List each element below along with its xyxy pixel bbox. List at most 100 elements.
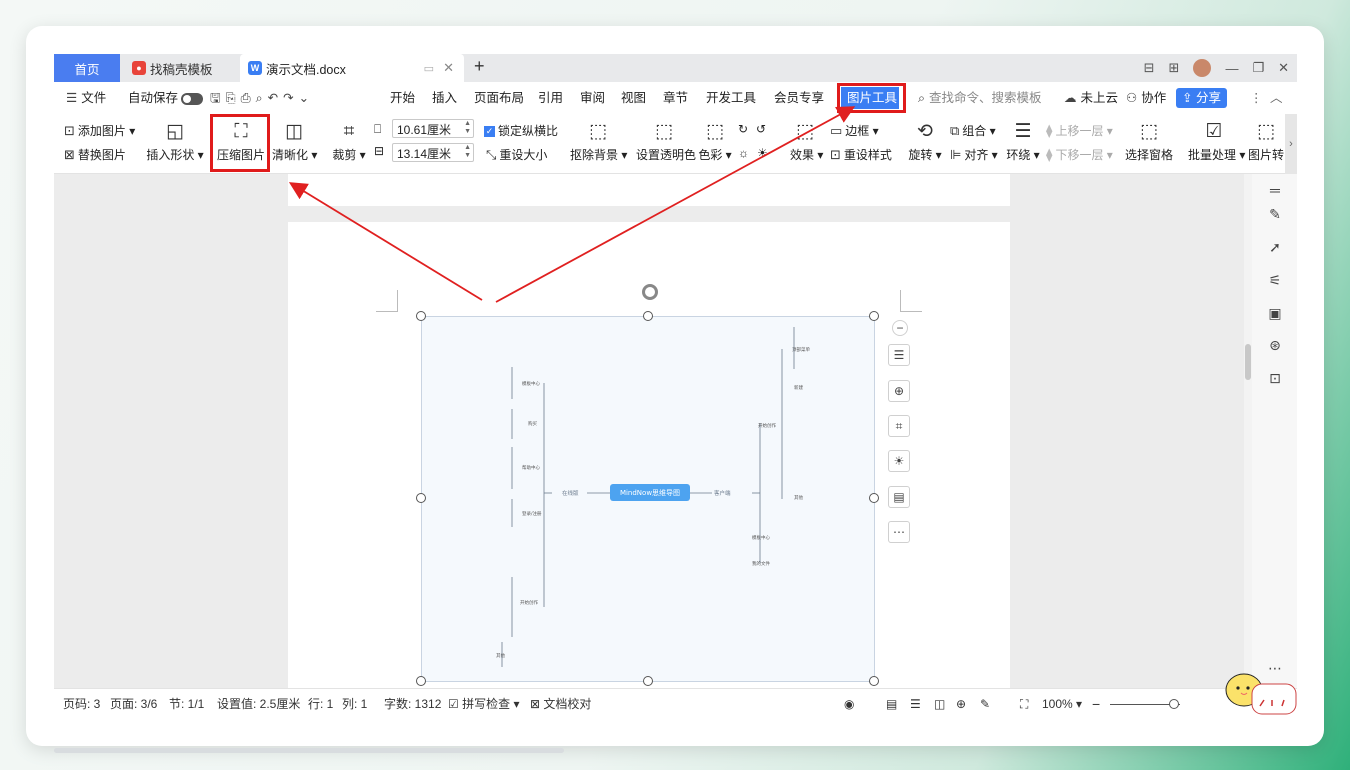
ribbon-scroll-right-icon[interactable]: › bbox=[1285, 114, 1297, 174]
close-icon[interactable]: ✕ bbox=[443, 60, 454, 76]
pin-icon[interactable]: ▭ bbox=[424, 62, 434, 75]
status-word-count[interactable]: 字数: 1312 bbox=[384, 689, 441, 718]
spinner-icon[interactable]: ▲ ▼ bbox=[464, 144, 471, 160]
grid-icon[interactable]: ⊞ bbox=[1169, 60, 1180, 76]
brightness-icons[interactable]: ☼☀ bbox=[738, 146, 776, 160]
page-view-icon[interactable]: ▤ bbox=[886, 689, 897, 718]
replace-picture-button[interactable]: ⊠ 替换图片 bbox=[64, 146, 126, 163]
minimize-icon[interactable]: — bbox=[1225, 61, 1238, 76]
horizontal-scrollbar[interactable] bbox=[54, 748, 564, 753]
reset-size-button[interactable]: ⤡ 重设大小 bbox=[486, 146, 547, 163]
rotate-button[interactable]: ⟲ 旋转 ▾ bbox=[908, 122, 942, 163]
tab-home[interactable]: 首页 bbox=[54, 54, 120, 82]
menu-item-view[interactable]: 视图 bbox=[621, 82, 646, 114]
new-tab-button[interactable]: + bbox=[474, 56, 485, 77]
image-tool-icon[interactable]: ▣ bbox=[1266, 305, 1284, 323]
crop-tool-icon[interactable]: ⌗ bbox=[888, 415, 910, 437]
layout-icon[interactable]: ⊟ bbox=[1144, 60, 1155, 76]
insert-shape-button[interactable]: ◱ 插入形状 ▾ bbox=[146, 122, 204, 163]
rotate-flip-icons[interactable]: ↻↺ bbox=[738, 122, 774, 136]
height-input[interactable]: 13.14厘米 ▲ ▼ bbox=[392, 143, 474, 162]
book-search-icon[interactable]: ⊡ bbox=[1266, 370, 1284, 388]
spell-check-button[interactable]: ☑ 拼写检查 ▾ bbox=[448, 689, 519, 718]
collapse-toolbar-icon[interactable]: − bbox=[892, 320, 908, 336]
cursor-icon[interactable]: ➚ bbox=[1266, 239, 1284, 257]
restore-icon[interactable]: ❐ bbox=[1252, 60, 1264, 76]
compass-icon[interactable]: ⊛ bbox=[1266, 337, 1284, 355]
batch-process-button[interactable]: ☑ 批量处理 ▾ bbox=[1188, 122, 1245, 163]
resize-handle[interactable] bbox=[643, 311, 653, 321]
collaborate-button[interactable]: ⚇ 协作 bbox=[1126, 82, 1166, 114]
zoom-in-icon[interactable]: ⊕ bbox=[888, 380, 910, 402]
sharpen-button[interactable]: ◫ 清晰化 ▾ bbox=[272, 122, 317, 163]
selection-pane-button[interactable]: ⬚ 选择窗格 bbox=[1124, 122, 1174, 163]
rotate-handle[interactable] bbox=[642, 284, 658, 300]
write-mode-icon[interactable]: ✎ bbox=[980, 689, 990, 718]
command-search[interactable]: ⌕ 查找命令、搜索模板 bbox=[918, 82, 1042, 114]
resize-handle[interactable] bbox=[869, 676, 879, 686]
resize-handle[interactable] bbox=[869, 311, 879, 321]
menu-item-insert[interactable]: 插入 bbox=[432, 82, 457, 114]
reset-style-button[interactable]: ⊡ 重设样式 bbox=[830, 146, 892, 163]
send-backward-button[interactable]: ⧫ 下移一层 ▾ bbox=[1046, 146, 1113, 163]
border-button[interactable]: ▭ 边框 ▾ bbox=[830, 122, 879, 139]
add-picture-button[interactable]: ⊡ 添加图片 ▾ bbox=[64, 122, 135, 139]
tab-document[interactable]: W 演示文档.docx ▭ ✕ bbox=[240, 54, 464, 82]
width-input[interactable]: 10.61厘米 ▲ ▼ bbox=[392, 119, 474, 138]
menu-item-developer[interactable]: 开发工具 bbox=[706, 82, 756, 114]
status-setting[interactable]: 设置值: 2.5厘米 bbox=[217, 689, 300, 718]
color-button[interactable]: ⬚ 色彩 ▾ bbox=[698, 122, 732, 163]
resize-handle[interactable] bbox=[416, 311, 426, 321]
settings-sliders-icon[interactable]: ⚟ bbox=[1266, 272, 1284, 290]
menu-item-chapter[interactable]: 章节 bbox=[663, 82, 688, 114]
resize-handle[interactable] bbox=[416, 493, 426, 503]
group-button[interactable]: ⧉ 组合 ▾ bbox=[950, 122, 996, 139]
resize-handle[interactable] bbox=[643, 676, 653, 686]
align-button[interactable]: ⊫ 对齐 ▾ bbox=[950, 146, 998, 163]
share-button[interactable]: ⇪ 分享 bbox=[1176, 88, 1227, 108]
more-options-icon[interactable]: ⋯ bbox=[888, 521, 910, 543]
lock-ratio-checkbox[interactable]: ✓ 锁定纵横比 bbox=[484, 122, 558, 139]
picture-to-doc-icon[interactable]: ▤ bbox=[888, 486, 910, 508]
avatar[interactable] bbox=[1193, 59, 1212, 77]
zoom-level[interactable]: 100% ▾ bbox=[1042, 689, 1082, 718]
outline-view-icon[interactable]: ☰ bbox=[910, 689, 921, 718]
wrap-button[interactable]: ☰ 环绕 ▾ bbox=[1006, 122, 1040, 163]
pen-icon[interactable]: ✎ bbox=[1266, 206, 1284, 224]
reading-view-icon[interactable]: ◫ bbox=[934, 689, 945, 718]
lightbulb-icon[interactable]: ☀ bbox=[888, 450, 910, 472]
crop-button[interactable]: ⌗ 裁剪 ▾ bbox=[330, 122, 368, 163]
remove-background-button[interactable]: ⬚ 抠除背景 ▾ bbox=[570, 122, 627, 163]
picture-convert-button[interactable]: ⬚ 图片转 bbox=[1248, 122, 1284, 163]
resize-handle[interactable] bbox=[869, 493, 879, 503]
menu-item-reference[interactable]: 引用 bbox=[538, 82, 563, 114]
menu-item-member[interactable]: 会员专享 bbox=[774, 82, 824, 114]
cloud-status[interactable]: ☁ 未上云 bbox=[1064, 82, 1118, 114]
layout-options-icon[interactable]: ☰ bbox=[888, 344, 910, 366]
vertical-scrollbar[interactable] bbox=[1244, 174, 1252, 688]
close-window-icon[interactable]: ✕ bbox=[1278, 60, 1289, 76]
menu-file[interactable]: ☰ 文件 bbox=[66, 82, 106, 114]
collapse-ribbon-icon[interactable]: ︿ bbox=[1270, 82, 1283, 114]
bring-forward-button[interactable]: ⧫ 上移一层 ▾ bbox=[1046, 122, 1113, 139]
autosave-toggle[interactable]: 自动保存 bbox=[128, 82, 204, 114]
sidebar-handle-icon[interactable]: ═ bbox=[1266, 182, 1284, 200]
web-view-icon[interactable]: ⊕ bbox=[956, 689, 966, 718]
menu-item-review[interactable]: 审阅 bbox=[580, 82, 605, 114]
scrollbar-thumb[interactable] bbox=[1245, 344, 1251, 380]
proofread-button[interactable]: ⊠ 文档校对 bbox=[530, 689, 591, 718]
menu-item-start[interactable]: 开始 bbox=[390, 82, 415, 114]
zoom-slider-knob[interactable] bbox=[1169, 699, 1179, 709]
eye-protect-icon[interactable]: ◉ bbox=[844, 689, 854, 718]
menu-item-layout[interactable]: 页面布局 bbox=[474, 82, 524, 114]
set-transparent-button[interactable]: ⬚ 设置透明色 bbox=[636, 122, 696, 163]
effects-button[interactable]: ⬚ 效果 ▾ bbox=[790, 122, 823, 163]
fit-page-icon[interactable]: ⛶ bbox=[1020, 689, 1028, 718]
resize-handle[interactable] bbox=[416, 676, 426, 686]
tab-template[interactable]: ● 找稿壳模板 bbox=[124, 54, 236, 82]
more-menu-icon[interactable]: ⋮ bbox=[1250, 82, 1263, 114]
mindmap-picture[interactable]: 模板中心 购买 帮助中心 登录/注册 开始创作 其他 开始创作 模板中心 我的文… bbox=[421, 316, 875, 682]
zoom-out-icon[interactable]: − bbox=[1092, 689, 1100, 718]
quick-access-icons[interactable]: 🖫⎘⎙⌕↶↷⌄ bbox=[210, 82, 314, 114]
spinner-icon[interactable]: ▲ ▼ bbox=[464, 120, 471, 136]
